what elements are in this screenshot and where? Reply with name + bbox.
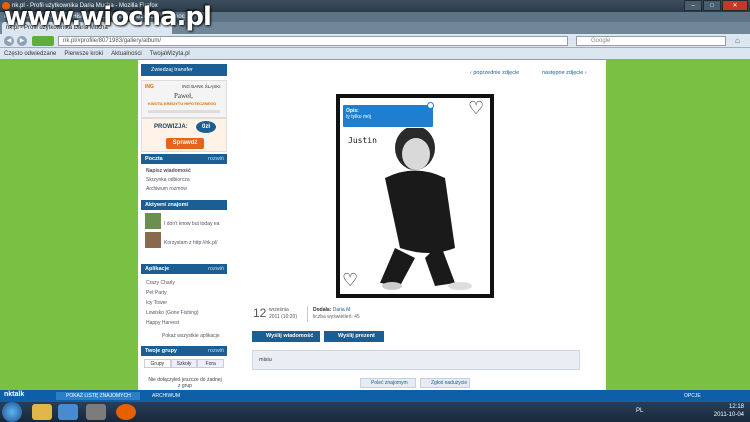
message-text: misiu [259,357,272,363]
friends-header[interactable]: Aktywni znajomi [141,200,227,210]
send-gift-label: Wyślij prezent [338,333,375,339]
minimize-button[interactable]: – [684,0,702,11]
avatar[interactable] [145,232,161,248]
maximize-button[interactable]: □ [703,0,721,11]
view-count: liczba wyświetleń: 45 [313,314,360,320]
friend-status: I don't know but today ea [164,221,220,227]
bookmark-item[interactable]: Aktualności [111,48,142,59]
prowizja-value: 0zł [196,121,216,133]
prev-photo-label: poprzednie zdjęcie [473,70,520,76]
groups-header[interactable]: Twoje grupy rozwiń [141,346,227,356]
write-message-link[interactable]: Napisz wiadomość [146,168,191,174]
options-button[interactable]: OPCJE [684,392,701,400]
search-input[interactable]: Google [576,36,726,46]
bookmarks-bar: Często odwiedzane Pierwsze kroki Aktualn… [0,48,750,60]
clock-time: 12:18 [728,404,744,410]
app-item[interactable]: Icy Tower [146,300,167,306]
home-icon[interactable]: ⌂ [735,36,740,45]
apps-title: Aplikacje [145,266,170,272]
added-label: Dodała: [313,307,332,313]
window-controls: – □ ✕ [684,0,748,11]
more-link[interactable]: rozwiń [208,346,224,356]
send-message-button[interactable]: Wyślij wiadomość [252,331,320,342]
next-photo-link[interactable]: następne zdjęcie › [542,70,587,76]
language-indicator[interactable]: PL [636,408,643,414]
archive-button[interactable]: ARCHIWUM [142,392,226,400]
friend-status: Korzystam z http://nk.pl/ [164,240,218,246]
media-player-icon[interactable] [58,404,78,420]
bookmark-item[interactable]: TwojaWizyta.pl [150,48,190,59]
send-gift-button[interactable]: Wyślij prezent [324,331,384,342]
added-by: Dodała: Daria M [313,307,350,313]
url-input[interactable]: nk.pl/#profile/8071983/gallery/album/ [58,36,568,46]
bank-ad[interactable]: ING ING BANK ŚLĄSKI Paweł, KWOTA KREDYTU… [141,80,227,118]
tooltip-close-icon[interactable] [427,102,434,109]
bank-name: ING BANK ŚLĄSKI [182,84,221,89]
explorer-icon[interactable] [32,404,52,420]
clock-date: 2011-10-04 [713,412,744,418]
archive-link[interactable]: Archiwum rozmów [146,186,187,192]
next-photo-label: następne zdjęcie [542,70,584,76]
date-year: 2011 (10:20) [269,314,297,320]
clock[interactable]: 12:18 2011-10-04 [714,403,744,419]
close-button[interactable]: ✕ [722,0,748,11]
start-button[interactable] [2,402,22,422]
groups-empty: Nie dołączyłeś jeszcze do żadnej z grup [148,377,222,389]
group-tabs: Grupy Szkoły Fora [144,359,225,368]
date-day: 12 [253,306,267,320]
report-label: Zgłoś nadużycie [431,380,468,386]
nktalk-logo: nktalk [4,391,25,398]
recommend-button[interactable]: Poleć znajomym [360,378,416,388]
apps-header[interactable]: Aplikacje rozwiń [141,264,227,274]
heart-icon: ♡ [342,270,359,290]
bookmark-item[interactable]: Często odwiedzane [4,48,56,59]
site-identity-icon[interactable] [32,36,54,46]
sidebar-top-link[interactable]: Zwiedzaj transfer [141,64,227,76]
prowizja-label: PROWIZJA: [154,124,188,130]
app-icon[interactable] [86,404,106,420]
divider [307,306,308,322]
ad-slider [148,110,220,113]
tab-forums[interactable]: Fora [197,359,225,368]
poczta-header[interactable]: Poczta rozwiń [141,154,227,164]
friends-title: Aktywni znajomi [145,202,189,208]
description-text: ty tylko mój [346,114,372,120]
recommend-label: Poleć znajomym [371,380,408,386]
bookmark-item[interactable]: Pierwsze kroki [64,48,103,59]
sprawdz-button[interactable]: Sprawdź [166,138,204,149]
friends-list-button[interactable]: POKAŻ LISTĘ ZNAJOMYCH [56,392,140,400]
ing-logo: ING [145,84,154,90]
date-month: września [269,307,289,313]
tab-schools[interactable]: Szkoły [170,359,198,368]
app-item[interactable]: Pet Party [146,290,167,296]
more-link[interactable]: rozwiń [208,154,224,164]
back-arrow-icon[interactable]: ◀ [4,36,14,46]
report-button[interactable]: Zgłoś nadużycie [420,378,470,388]
description-tooltip: Opis: ty tylko mój [342,104,434,128]
author-link[interactable]: Daria M [333,307,351,313]
message-box: misiu [252,350,580,370]
search-placeholder: Google [591,38,611,44]
more-link[interactable]: rozwiń [208,264,224,274]
watermark-logo: www.wiocha.pl [4,2,212,32]
send-message-label: Wyślij wiadomość [266,333,314,339]
app-item[interactable]: Happy Harvest [146,320,179,326]
url-text: nk.pl/#profile/8071983/gallery/album/ [63,38,162,44]
app-item[interactable]: Crazy Charly [146,280,175,286]
poczta-title: Poczta [145,156,163,162]
all-apps-link[interactable]: Pokaż wszystkie aplikacje [162,333,220,339]
inbox-link[interactable]: Skrzynka odbiorcza [146,177,190,183]
groups-title: Twoje grupy [145,348,177,354]
app-item[interactable]: Lowisko (Gone Fishing) [146,310,199,316]
photo-caption: Justin [348,136,377,145]
firefox-taskbar-icon[interactable] [116,404,136,420]
prev-photo-link[interactable]: ‹ poprzednie zdjęcie [470,70,519,76]
heart-icon: ♡ [468,98,485,118]
forward-arrow-icon[interactable]: ▶ [17,36,27,46]
prowizja-ad[interactable]: PROWIZJA: 0zł Sprawdź [141,118,227,152]
ad-name: Paweł, [174,92,193,100]
tab-groups[interactable]: Grupy [144,359,171,368]
ad-line: KWOTA KREDYTU HIPOTECZNEGO [148,101,217,106]
avatar[interactable] [145,213,161,229]
